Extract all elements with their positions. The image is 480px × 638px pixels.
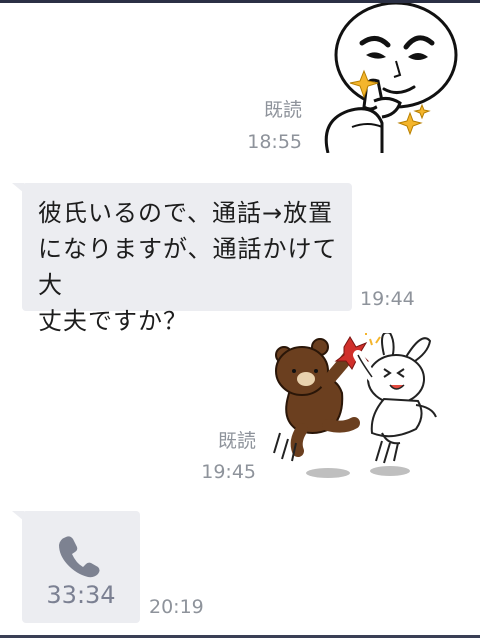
- brown-cony-sticker[interactable]: [272, 333, 440, 483]
- call-duration: 33:34: [46, 581, 116, 609]
- message-text: 彼氏いるので、通話→放置 になりますが、通話かけて大 丈夫ですか？: [38, 199, 338, 335]
- message-time: 20:19: [149, 596, 204, 618]
- call-bubble[interactable]: 33:34: [22, 511, 140, 623]
- message-time: 19:45: [201, 461, 256, 483]
- read-status: 既読: [263, 99, 302, 121]
- chat-area[interactable]: 既読 18:55 彼氏いるので、通話→放置 になりますが、通話かけて大 丈夫です…: [0, 3, 480, 635]
- message-time: 19:44: [360, 288, 415, 310]
- phone-icon: [59, 536, 100, 578]
- read-status: 既読: [217, 430, 256, 452]
- text-bubble[interactable]: 彼氏いるので、通話→放置 になりますが、通話かけて大 丈夫ですか？: [22, 183, 352, 335]
- moon-sticker[interactable]: [318, 3, 458, 153]
- message-time: 18:55: [247, 131, 302, 153]
